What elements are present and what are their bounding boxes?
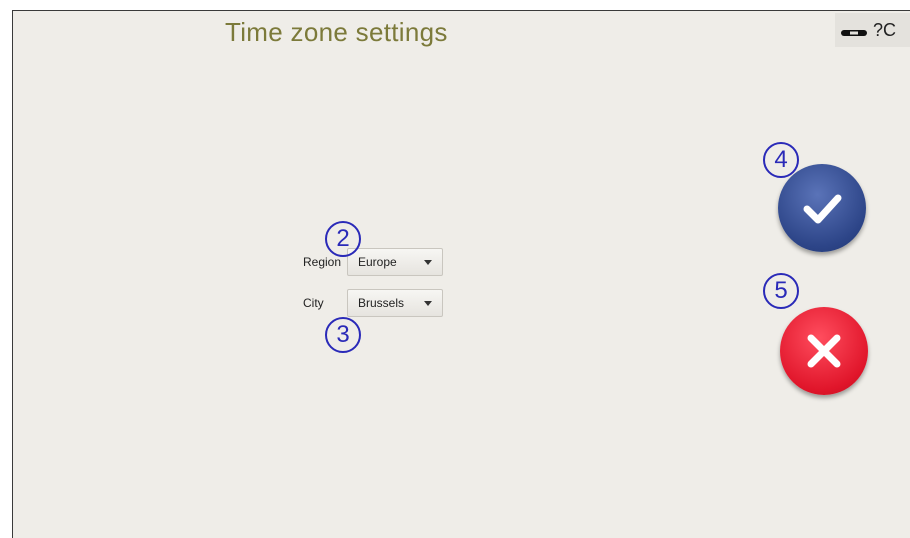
region-row: Region Europe xyxy=(303,248,443,276)
region-select[interactable]: Europe xyxy=(347,248,443,276)
annotation-marker-city: 3 xyxy=(325,317,361,353)
annotation-marker-cancel: 5 xyxy=(763,273,799,309)
chevron-down-icon xyxy=(424,259,432,265)
help-label[interactable]: ?C xyxy=(873,20,896,41)
keyboard-icon[interactable] xyxy=(841,25,867,36)
settings-screen: Time zone settings ?C Region Europe City… xyxy=(12,10,910,538)
checkmark-icon xyxy=(803,194,842,224)
cancel-button[interactable] xyxy=(780,307,868,395)
page-title: Time zone settings xyxy=(225,17,448,47)
region-select-value: Europe xyxy=(358,255,397,269)
top-right-toolbar: ?C xyxy=(835,13,910,47)
region-label: Region xyxy=(303,255,342,269)
annotation-marker-region: 2 xyxy=(325,221,361,257)
close-icon xyxy=(807,334,841,368)
city-select[interactable]: Brussels xyxy=(347,289,443,317)
city-select-value: Brussels xyxy=(358,296,405,310)
city-label: City xyxy=(303,296,324,310)
chevron-down-icon xyxy=(424,300,432,306)
city-row: City Brussels xyxy=(303,289,443,317)
confirm-button[interactable] xyxy=(778,164,866,252)
